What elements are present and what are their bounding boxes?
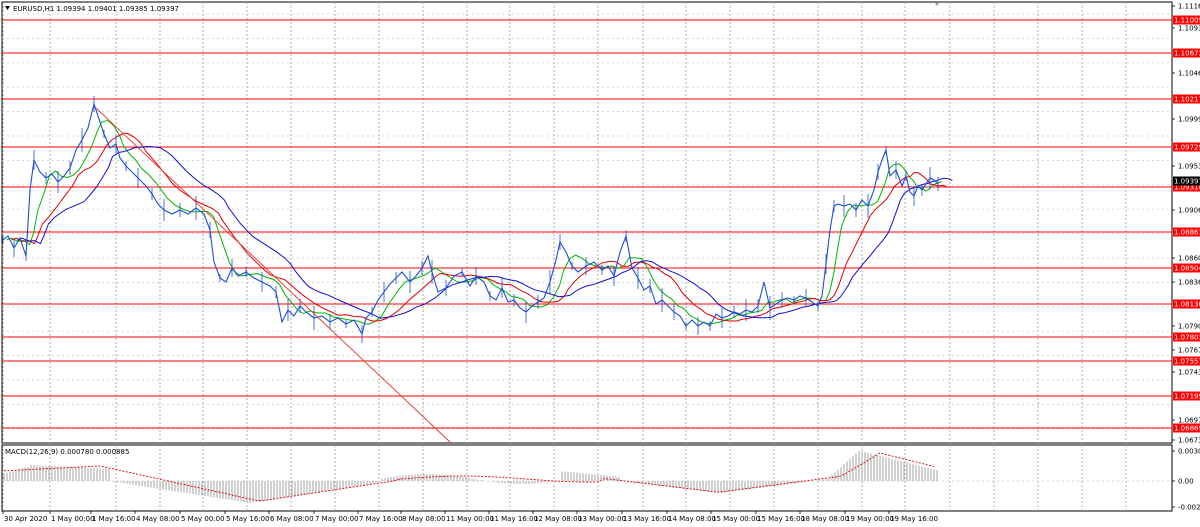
time-tick-label: 1 May 00:00 bbox=[51, 515, 95, 523]
price-tick-label: 1.08365 bbox=[1178, 279, 1200, 287]
time-tick-label: 15 May 00:00 bbox=[712, 515, 760, 523]
price-tick-label: 1.06735 bbox=[1178, 437, 1200, 445]
price-tick-label: 1.09995 bbox=[1178, 116, 1200, 124]
level-price-label: 1.07199 bbox=[1174, 393, 1200, 401]
price-tick-label: 1.11165 bbox=[1178, 3, 1200, 11]
time-tick-label: 19 May 00:00 bbox=[846, 515, 894, 523]
time-tick-label: 11 May 00:00 bbox=[446, 515, 494, 523]
price-series bbox=[2, 96, 939, 343]
time-tick-label: 13 May 16:00 bbox=[623, 515, 671, 523]
level-price-label: 1.08136 bbox=[1174, 301, 1200, 309]
macd-tick-label: -0.00249 bbox=[1178, 504, 1200, 512]
grid bbox=[2, 2, 1172, 511]
price-line bbox=[2, 102, 939, 336]
time-tick-label: 18 May 08:00 bbox=[801, 515, 849, 523]
chart-window[interactable]: 1.110091.106721.102171.097291.093101.088… bbox=[0, 0, 1200, 527]
current-price-label: 1.09397 bbox=[1174, 178, 1200, 186]
time-tick-label: 30 Apr 2020 bbox=[4, 515, 47, 523]
price-tick-label: 1.08600 bbox=[1178, 255, 1200, 263]
time-tick-label: 4 May 08:00 bbox=[136, 515, 180, 523]
price-tick-label: 1.10465 bbox=[1178, 70, 1200, 78]
shift-marker-icon[interactable] bbox=[935, 3, 939, 6]
macd-tick-label: 0.003016 bbox=[1178, 448, 1200, 456]
macd-header: MACD(12,26,9) 0.000780 0.000885 bbox=[5, 448, 129, 456]
trend-line[interactable] bbox=[95, 107, 451, 443]
price-tick-label: 1.09065 bbox=[1178, 207, 1200, 215]
time-tick-label: 7 May 00:00 bbox=[315, 515, 359, 523]
level-price-label: 1.06869 bbox=[1174, 425, 1200, 433]
trend-line-segment bbox=[95, 107, 451, 443]
time-tick-label: 19 May 16:00 bbox=[890, 515, 938, 523]
time-tick-label: 6 May 08:00 bbox=[270, 515, 314, 523]
time-tick-label: 13 May 00:00 bbox=[578, 515, 626, 523]
level-price-label: 1.11009 bbox=[1174, 17, 1200, 25]
time-tick-label: 5 May 00:00 bbox=[181, 515, 225, 523]
level-price-label: 1.09729 bbox=[1174, 144, 1200, 152]
time-tick-label: 12 May 08:00 bbox=[534, 515, 582, 523]
level-price-label: 1.08504 bbox=[1174, 265, 1200, 273]
horizontal-levels[interactable]: 1.110091.106721.102171.097291.093101.088… bbox=[2, 15, 1200, 433]
symbol-header: EURUSD,H1 1.09394 1.09401 1.09385 1.0939… bbox=[13, 5, 179, 13]
time-tick-label: 7 May 16:00 bbox=[359, 515, 403, 523]
price-panel-frame bbox=[1, 1, 1173, 444]
level-price-label: 1.10672 bbox=[1174, 50, 1200, 58]
time-tick-label: 14 May 08:00 bbox=[668, 515, 716, 523]
level-price-label: 1.07803 bbox=[1174, 334, 1200, 342]
price-tick-label: 1.07435 bbox=[1178, 369, 1200, 377]
price-tick-label: 1.07670 bbox=[1178, 347, 1200, 355]
price-tick-label: 1.06970 bbox=[1178, 417, 1200, 425]
time-tick-label: 11 May 16:00 bbox=[490, 515, 538, 523]
moving-average-line bbox=[6, 119, 942, 325]
time-tick-label: 8 May 08:00 bbox=[402, 515, 446, 523]
time-tick-label: 1 May 16:00 bbox=[92, 515, 136, 523]
time-tick-label: 5 May 16:00 bbox=[226, 515, 270, 523]
price-axis: 1.11165 1.10930 1.10465 1.09995 1.09530 1.090… bbox=[1172, 3, 1200, 512]
moving-averages bbox=[6, 119, 953, 325]
chart-canvas[interactable]: 1.110091.106721.102171.097291.093101.088… bbox=[0, 0, 1200, 527]
level-price-label: 1.10217 bbox=[1174, 96, 1200, 104]
price-tick-label: 1.10930 bbox=[1178, 25, 1200, 33]
macd-indicator bbox=[3, 450, 938, 503]
time-axis: 30 Apr 2020 1 May 00:001 May 16:00 4 May 0… bbox=[2, 511, 938, 523]
time-tick-label: 15 May 16:00 bbox=[757, 515, 805, 523]
macd-signal-line bbox=[3, 452, 935, 502]
chevron-down-icon[interactable] bbox=[5, 6, 10, 10]
level-price-label: 1.08861 bbox=[1174, 229, 1200, 237]
level-price-label: 1.07557 bbox=[1174, 358, 1200, 366]
macd-panel-frame bbox=[1, 444, 1173, 512]
macd-tick-label: 0.00 bbox=[1178, 478, 1194, 486]
price-tick-label: 1.09530 bbox=[1178, 163, 1200, 171]
price-tick-label: 1.07900 bbox=[1178, 323, 1200, 331]
